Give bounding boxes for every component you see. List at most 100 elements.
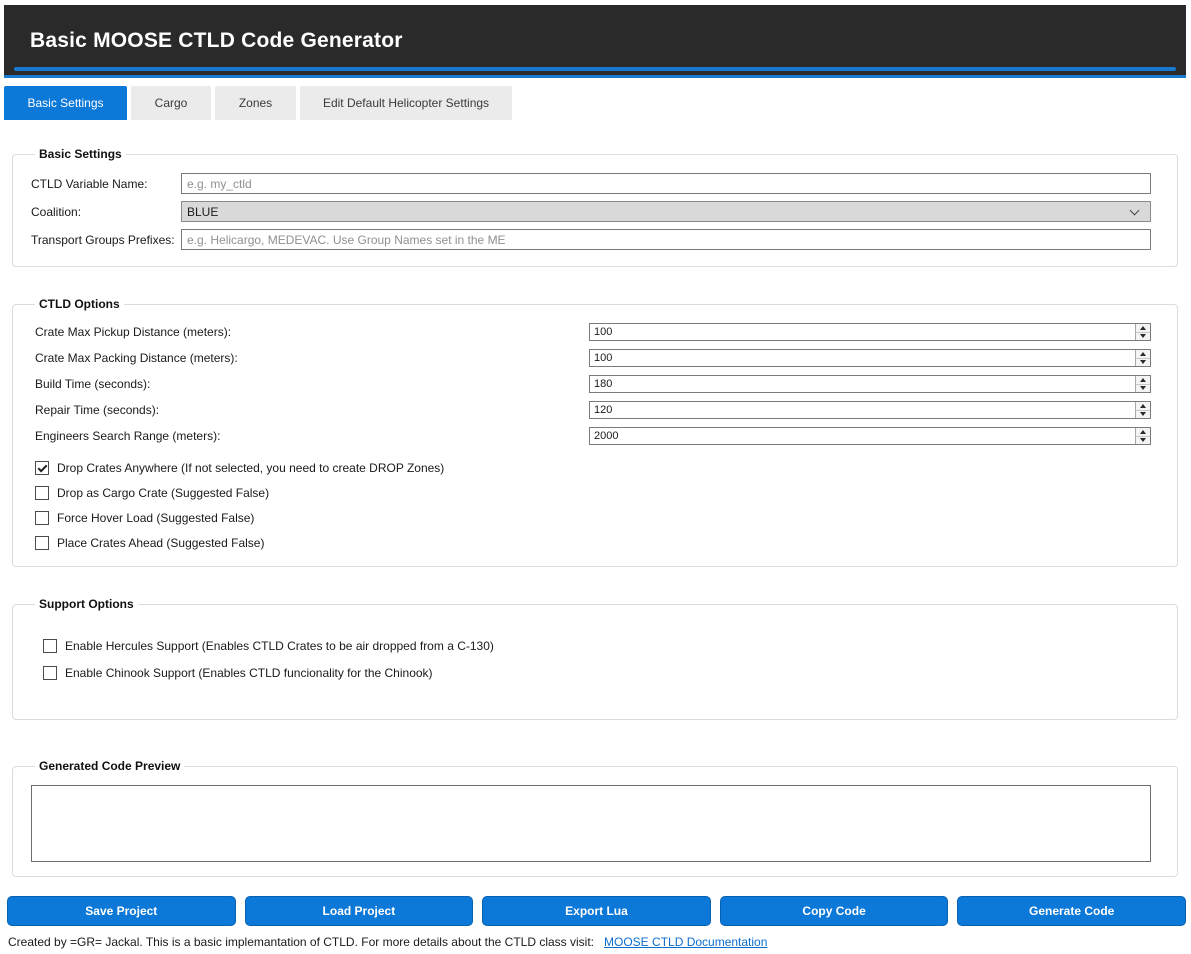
transport-prefixes-label: Transport Groups Prefixes: [31,233,181,247]
enable-chinook-support-label: Enable Chinook Support (Enables CTLD fun… [65,666,433,680]
repair-time-input[interactable] [590,402,1135,418]
spinner-up-button[interactable] [1136,402,1150,411]
load-project-button[interactable]: Load Project [245,896,474,926]
generated-code-preview-legend: Generated Code Preview [35,759,184,773]
generated-code-preview-group: Generated Code Preview [12,759,1178,877]
footer-credit-text: Created by =GR= Jackal. This is a basic … [8,935,594,949]
checkbox-row-drop-crates-anywhere[interactable]: Drop Crates Anywhere (If not selected, y… [35,461,1151,475]
spinner [1135,402,1150,418]
moose-ctld-documentation-link[interactable]: MOOSE CTLD Documentation [604,935,767,949]
drop-as-cargo-crate-checkbox[interactable] [35,486,49,500]
force-hover-load-label: Force Hover Load (Suggested False) [57,511,254,525]
spinner-up-button[interactable] [1136,376,1150,385]
num-row-crate-max-packing: Crate Max Packing Distance (meters): [31,349,1151,367]
basic-settings-group: Basic Settings CTLD Variable Name: Coali… [12,147,1178,267]
build-time-stepper [589,375,1151,393]
crate-max-pickup-label: Crate Max Pickup Distance (meters): [35,325,589,339]
spinner [1135,350,1150,366]
ctld-variable-name-input[interactable] [181,173,1151,194]
support-options-checkboxes: Enable Hercules Support (Enables CTLD Cr… [31,639,1151,680]
drop-as-cargo-crate-label: Drop as Cargo Crate (Suggested False) [57,486,269,500]
spinner-down-button[interactable] [1136,359,1150,367]
save-project-button[interactable]: Save Project [7,896,236,926]
tab-bar: Basic Settings Cargo Zones Edit Default … [4,86,1191,120]
force-hover-load-checkbox[interactable] [35,511,49,525]
build-time-label: Build Time (seconds): [35,377,589,391]
ctld-variable-name-label: CTLD Variable Name: [31,177,181,191]
export-lua-button[interactable]: Export Lua [482,896,711,926]
action-button-row: Save Project Load Project Export Lua Cop… [7,896,1186,926]
app-header: Basic MOOSE CTLD Code Generator [4,5,1186,78]
coalition-selected-value: BLUE [187,205,218,219]
copy-code-button[interactable]: Copy Code [720,896,949,926]
ctld-options-group: CTLD Options Crate Max Pickup Distance (… [12,297,1178,567]
repair-time-label: Repair Time (seconds): [35,403,589,417]
engineers-search-range-stepper [589,427,1151,445]
enable-hercules-support-checkbox[interactable] [43,639,57,653]
drop-crates-anywhere-checkbox[interactable] [35,461,49,475]
spinner-up-button[interactable] [1136,428,1150,437]
engineers-search-range-label: Engineers Search Range (meters): [35,429,589,443]
triangle-up-icon [1140,352,1146,356]
app-title: Basic MOOSE CTLD Code Generator [4,5,1186,53]
checkbox-row-enable-chinook-support[interactable]: Enable Chinook Support (Enables CTLD fun… [43,666,1151,680]
crate-max-pickup-stepper [589,323,1151,341]
crate-max-packing-input[interactable] [590,350,1135,366]
checkbox-row-enable-hercules-support[interactable]: Enable Hercules Support (Enables CTLD Cr… [43,639,1151,653]
place-crates-ahead-checkbox[interactable] [35,536,49,550]
spinner [1135,376,1150,392]
form-row-ctld-variable-name: CTLD Variable Name: [31,173,1151,194]
crate-max-pickup-input[interactable] [590,324,1135,340]
transport-prefixes-input[interactable] [181,229,1151,250]
num-row-crate-max-pickup: Crate Max Pickup Distance (meters): [31,323,1151,341]
basic-settings-legend: Basic Settings [35,147,126,161]
spinner [1135,428,1150,444]
coalition-select[interactable]: BLUE [181,201,1151,222]
spinner-up-button[interactable] [1136,324,1150,333]
enable-chinook-support-checkbox[interactable] [43,666,57,680]
checkbox-row-place-crates-ahead[interactable]: Place Crates Ahead (Suggested False) [35,536,1151,550]
spinner-down-button[interactable] [1136,333,1150,341]
spinner [1135,324,1150,340]
crate-max-packing-label: Crate Max Packing Distance (meters): [35,351,589,365]
checkbox-row-force-hover-load[interactable]: Force Hover Load (Suggested False) [35,511,1151,525]
build-time-input[interactable] [590,376,1135,392]
crate-max-packing-stepper [589,349,1151,367]
place-crates-ahead-label: Place Crates Ahead (Suggested False) [57,536,264,550]
drop-crates-anywhere-label: Drop Crates Anywhere (If not selected, y… [57,461,444,475]
triangle-up-icon [1140,430,1146,434]
triangle-down-icon [1140,360,1146,364]
num-row-repair-time: Repair Time (seconds): [31,401,1151,419]
enable-hercules-support-label: Enable Hercules Support (Enables CTLD Cr… [65,639,494,653]
spinner-up-button[interactable] [1136,350,1150,359]
num-row-build-time: Build Time (seconds): [31,375,1151,393]
spinner-down-button[interactable] [1136,437,1150,445]
tab-zones[interactable]: Zones [215,86,296,120]
header-underline [14,67,1176,71]
ctld-options-checkboxes: Drop Crates Anywhere (If not selected, y… [31,461,1151,550]
engineers-search-range-input[interactable] [590,428,1135,444]
support-options-group: Support Options Enable Hercules Support … [12,597,1178,720]
generate-code-button[interactable]: Generate Code [957,896,1186,926]
triangle-up-icon [1140,326,1146,330]
form-row-transport-prefixes: Transport Groups Prefixes: [31,229,1151,250]
triangle-down-icon [1140,412,1146,416]
num-row-engineers-search-range: Engineers Search Range (meters): [31,427,1151,445]
repair-time-stepper [589,401,1151,419]
tab-edit-default-helicopter-settings[interactable]: Edit Default Helicopter Settings [300,86,512,120]
tab-cargo[interactable]: Cargo [131,86,211,120]
ctld-options-legend: CTLD Options [35,297,124,311]
triangle-up-icon [1140,404,1146,408]
tab-basic-settings[interactable]: Basic Settings [4,86,127,120]
footer: Created by =GR= Jackal. This is a basic … [8,935,1191,949]
triangle-down-icon [1140,386,1146,390]
checkbox-row-drop-as-cargo-crate[interactable]: Drop as Cargo Crate (Suggested False) [35,486,1151,500]
generated-code-preview-textarea[interactable] [31,785,1151,862]
spinner-down-button[interactable] [1136,385,1150,393]
triangle-down-icon [1140,334,1146,338]
form-row-coalition: Coalition: BLUE [31,201,1151,222]
spinner-down-button[interactable] [1136,411,1150,419]
chevron-down-icon [1130,205,1140,215]
support-options-legend: Support Options [35,597,138,611]
triangle-down-icon [1140,438,1146,442]
